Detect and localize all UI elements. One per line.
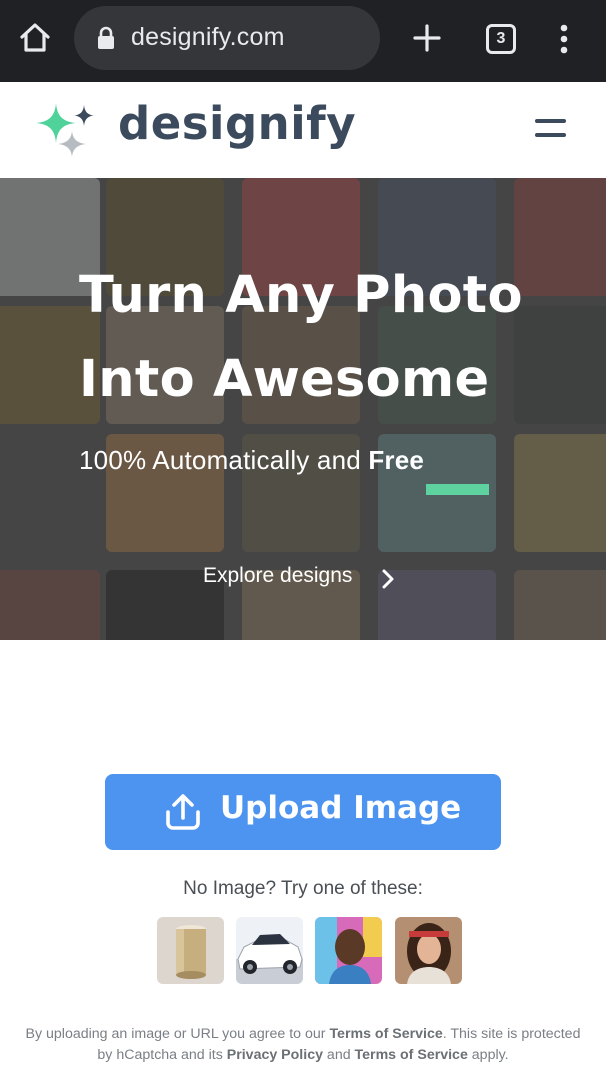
more-options-icon[interactable]	[554, 22, 574, 56]
site-header: designify	[0, 82, 606, 178]
browser-toolbar: designify.com 3	[0, 0, 606, 82]
tab-switcher-button[interactable]: 3	[486, 24, 516, 54]
hero-title: Turn Any Photo Into Awesome	[79, 254, 599, 422]
hero-title-line-1: Turn Any Photo	[79, 266, 523, 325]
terms-of-service-link[interactable]: Terms of Service	[329, 1026, 442, 1042]
terms-of-service-link-2[interactable]: Terms of Service	[355, 1047, 468, 1063]
sample-image-bottle[interactable]	[157, 917, 224, 984]
hero-subtitle-free: Free	[368, 445, 425, 475]
sample-man-thumbnail	[315, 917, 382, 984]
sample-car-thumbnail	[236, 917, 303, 984]
home-icon[interactable]	[18, 21, 52, 55]
hamburger-menu-icon[interactable]	[535, 117, 567, 139]
upload-icon	[166, 794, 200, 830]
upload-image-label: Upload Image	[220, 790, 462, 826]
explore-designs-link[interactable]: Explore designs	[203, 564, 352, 588]
new-tab-icon[interactable]	[410, 21, 444, 55]
upload-image-button[interactable]: Upload Image	[105, 774, 501, 850]
sample-woman-thumbnail	[395, 917, 462, 984]
privacy-policy-link[interactable]: Privacy Policy	[227, 1047, 323, 1063]
try-samples-text: No Image? Try one of these:	[183, 878, 423, 899]
hero-subtitle-text: 100% Automatically and	[79, 445, 369, 475]
sample-image-woman[interactable]	[395, 917, 462, 984]
hero-title-line-2: Into Awesome	[79, 350, 490, 409]
hero-section: Turn Any Photo Into Awesome 100% Automat…	[0, 178, 606, 640]
address-bar-url[interactable]: designify.com	[131, 23, 285, 52]
sample-image-man[interactable]	[315, 917, 382, 984]
hero-subtitle: 100% Automatically and Free	[79, 445, 424, 476]
address-bar[interactable]: designify.com	[74, 6, 380, 70]
chevron-right-icon[interactable]	[378, 568, 398, 590]
lock-icon	[98, 26, 114, 49]
sample-image-car[interactable]	[236, 917, 303, 984]
sample-bottle-thumbnail	[157, 917, 224, 984]
legal-notice: By uploading an image or URL you agree t…	[25, 1026, 581, 1063]
free-underline-accent	[426, 484, 489, 495]
logo-text[interactable]: designify	[118, 97, 356, 150]
sparkle-logo-icon[interactable]	[32, 101, 96, 157]
